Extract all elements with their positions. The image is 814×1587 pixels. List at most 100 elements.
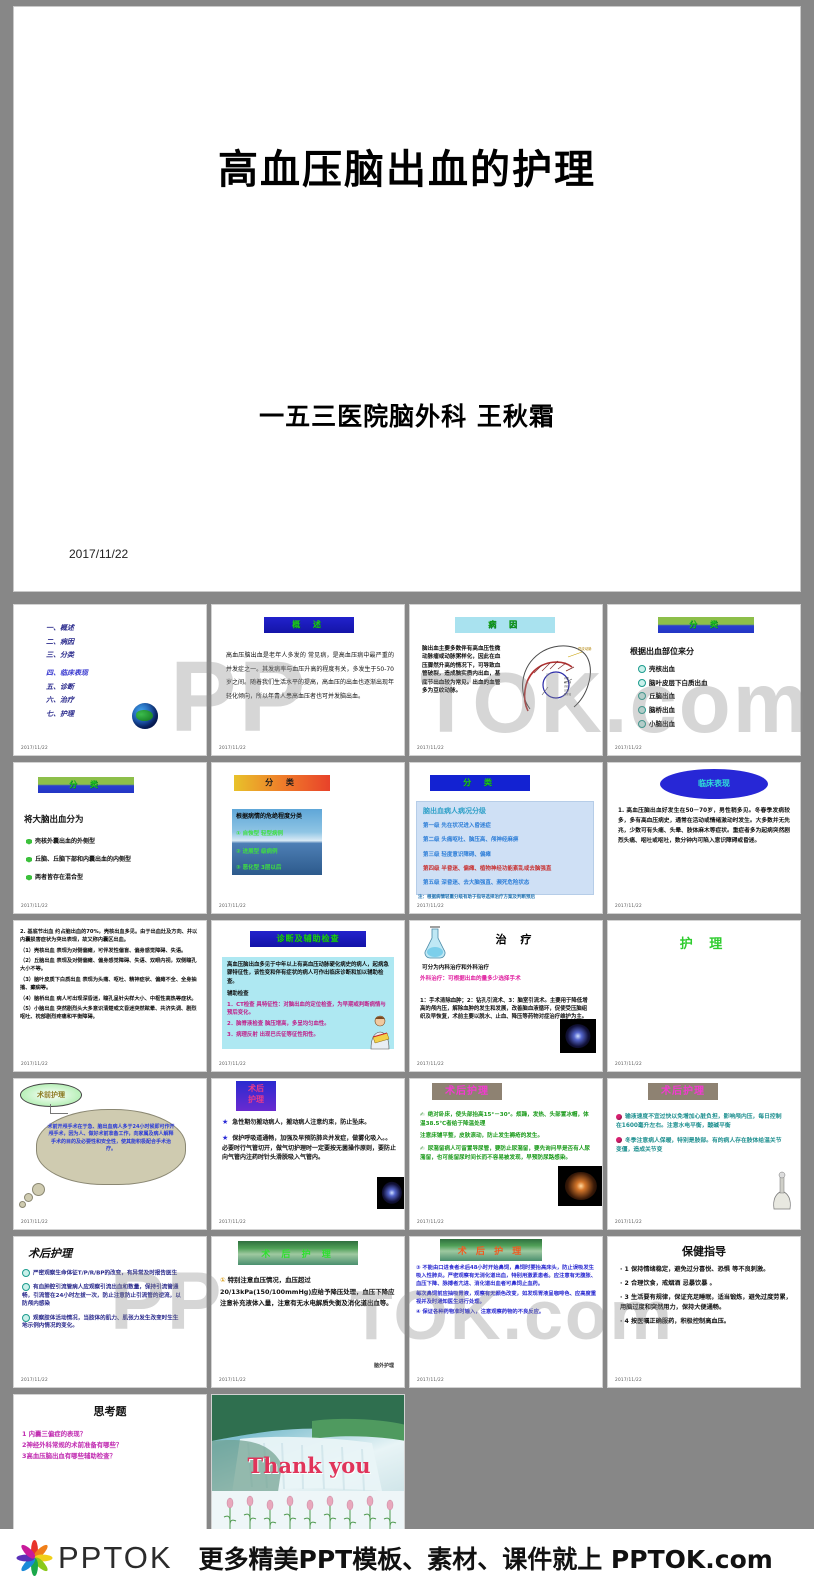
slide-footer-date: 2017/11/22 bbox=[417, 1377, 444, 1382]
bullet-marker-icon bbox=[26, 856, 32, 863]
question-item: 2神经外科常规的术前准备有哪些？ bbox=[22, 1441, 123, 1450]
waterfall-roses-photo: Thank you bbox=[212, 1395, 404, 1535]
bubble-text: 术前开颅手术在于急、脑出血病人多于24小时候即可作开颅手术，因为人、做好术前准备… bbox=[47, 1124, 175, 1152]
paragraph: （2）丘脑出血 表现及对侧偏瘫、偏身感觉障碍、失语、双眼内视，双侧瞳孔大小不等。 bbox=[20, 958, 197, 973]
title-ellipse: 临床表现 bbox=[660, 769, 768, 799]
slide-footer-date: 2017/11/22 bbox=[615, 1219, 642, 1224]
bullet-text: 脑桥出血 bbox=[649, 705, 675, 714]
thumb-slide-6[interactable]: 分 类 根据病情的危绝程度分类 ① 自恢型 轻型病例 ② 进展型 级病例 ③ 恶… bbox=[211, 762, 405, 914]
bullet-marker-icon bbox=[22, 1282, 30, 1291]
svg-text:丘脑: 丘脑 bbox=[564, 688, 569, 692]
thumb-slide-5[interactable]: 分 类 将大脑出血分为 壳核外囊出血的外侧型 丘脑、丘脑下部和内囊出血的内侧型 … bbox=[13, 762, 207, 914]
box-title: 脑出血病人病况分级 bbox=[423, 807, 486, 815]
slide-footer-date: 2017/11/22 bbox=[219, 1061, 246, 1066]
slide-footer-date: 2017/11/22 bbox=[219, 903, 246, 908]
star-icon: ★ bbox=[222, 1118, 229, 1126]
slide-title: 保健指导 bbox=[682, 1245, 726, 1258]
thumb-slide-9[interactable]: 2. 基底节出血 约占脑出血的70%，壳核出血多见。由于出血灶及方向、并以内囊损… bbox=[13, 920, 207, 1072]
footer-tagline: 更多精美PPT模板、素材、课件就上 PPTOK.com bbox=[198, 1545, 773, 1574]
svg-text:内囊: 内囊 bbox=[564, 676, 569, 680]
thumb-slide-11[interactable]: 治 疗 可分为内科治疗和外科治疗 外科治疗：可根据出血的量多少选择手术 1：手术… bbox=[409, 920, 603, 1072]
thumb-slide-19[interactable]: 术 后 护 理 ③ 不能由口进食者术后48小时开始鼻饲，鼻饲时要抬高床头，防止误… bbox=[409, 1236, 603, 1388]
thumb-slide-21[interactable]: 思考题 1 内囊三偏症的表现？ 2神经外科常规的术前准备有哪些？ 3高血压脑出血… bbox=[13, 1394, 207, 1546]
slide-line: 外科治疗：可根据出血的量多少选择手术 bbox=[420, 976, 521, 982]
bullet-marker-icon bbox=[638, 719, 646, 728]
paragraph: （1）壳核出血 表现为对侧偏瘫，可伴发性偏盲、偏身感觉障碍、失语。 bbox=[20, 947, 187, 954]
bullet-text: 注意床铺平整，皮肤滚动，防止发生褥疮的发生。 bbox=[420, 1133, 544, 1140]
table-row: 第三级 轻度意识障碍、偏瘫 bbox=[423, 851, 491, 858]
bullet-text: 不能由口进食者术后48小时开始鼻饲，鼻饲时要抬高床头，防止误吸发生吸入性肺炎。严… bbox=[416, 1265, 597, 1287]
thumb-slide-14[interactable]: 术后 护理 ★ 急性期勿搬动病人，搬动病人注意约束，防止坠床。 ★ 保护呼吸道通畅，… bbox=[211, 1078, 405, 1230]
slide-footer-date: 2017/11/22 bbox=[615, 903, 642, 908]
slide-footer-date: 2017/11/22 bbox=[417, 745, 444, 750]
bubble-dot bbox=[24, 1193, 33, 1202]
slide-footer-date: 2017/11/22 bbox=[417, 1219, 444, 1224]
paragraph: （4）脑桥出血 病人可出现深昏迷，瞳孔呈针尖样大小、中枢性高热等症状。 bbox=[20, 995, 197, 1002]
thumb-slide-10[interactable]: 诊断及辅助检查 高血压脑出血多见于中年以上有高血压动脉硬化病史的病人，起病急骤特… bbox=[211, 920, 405, 1072]
question-item: 1 内囊三偏症的表现？ bbox=[22, 1430, 87, 1438]
thumb-slide-12[interactable]: 护 理 2017/11/22 bbox=[607, 920, 801, 1072]
bullet-text: 尿潴留病人可留置导尿管，要防止尿潴留，要先询问早是否有人尿潴留，也可能留尿时间长… bbox=[420, 1145, 590, 1161]
paragraph: 2. 基底节出血 约占脑出血的70%，壳核出血多见。由于出血灶及方向、并以内囊损… bbox=[20, 929, 198, 943]
slide-title: 思考题 bbox=[93, 1405, 127, 1418]
photo-title: 根据病情的危绝程度分类 bbox=[236, 813, 303, 820]
thumb-slide-7[interactable]: 分 类 脑出血病人病况分级 第一级 先在状况进入昏迷症 第二级 头痛呕吐、脑压高… bbox=[409, 762, 603, 914]
bullet-text: 小脑出血 bbox=[649, 719, 675, 728]
slide-label: 术前护理 bbox=[37, 1091, 65, 1099]
photo-item: ③ 恶化型 3层以后 bbox=[236, 865, 282, 871]
slide-banner: 分 类 bbox=[430, 775, 530, 791]
thumb-slide-17[interactable]: 术后护理 严密观察生命体征T/P/R/BP的改变，有异常及时报告医生 有血肿腔引… bbox=[13, 1236, 207, 1388]
slide-footer-date: 2017/11/22 bbox=[615, 1061, 642, 1066]
slide-banner: 分 类 bbox=[234, 775, 330, 791]
slide-footer-date: 2017/11/22 bbox=[21, 903, 48, 908]
slide-title: 治 疗 bbox=[495, 933, 537, 946]
thumb-slide-18[interactable]: 术 后 护 理 ① 特别注意血压情况，血压超过20/13kPa(150/100m… bbox=[211, 1236, 405, 1388]
thumb-slide-15[interactable]: 术后护理 ✍ 绝对卧床，使头部抬高15°－30°。烦躁，发热、头部置冰帽，体温38… bbox=[409, 1078, 603, 1230]
bullet-marker-icon bbox=[638, 692, 646, 701]
bullet-marker-icon bbox=[616, 1113, 622, 1120]
thumb-slide-3[interactable]: 病 因 脑出血主要多数伴有高血压性微动脉瘤或动脉粥样化，因此在血压骤然升高的情况… bbox=[409, 604, 603, 756]
author-line: 一五三医院脑外科 王秋霜 bbox=[259, 402, 555, 431]
outline-item: 一、概述 bbox=[46, 624, 74, 632]
thumb-slide-22[interactable]: Thank you 2017/11/22 bbox=[211, 1394, 405, 1546]
slide-banner: 术后护理 bbox=[432, 1083, 502, 1100]
bullet-marker-icon bbox=[26, 874, 32, 881]
thumb-slide-1[interactable]: 一、概述 二、病因 三、分类 四、临床表现 五、诊断 六、治疗 七、护理 201… bbox=[13, 604, 207, 756]
bullet-marker-icon bbox=[638, 678, 646, 687]
box-note: 注：根据病情轻重分级有助于指导选择治疗方案及判断预后 bbox=[418, 895, 535, 900]
thumb-slide-13[interactable]: 术前护理 术前开颅手术在于急、脑出血病人多于24小时候即可作开颅手术，因为人、做… bbox=[13, 1078, 207, 1230]
banner-line: 术后 bbox=[248, 1084, 264, 1093]
star-icon: ★ bbox=[222, 1133, 229, 1142]
bullet-text: 3 生活要有规律，保证充足睡眠，适当锻炼，避免过度劳累，用脑过度和突然用力，保持… bbox=[620, 1293, 792, 1311]
corner-label: 脑外护理 bbox=[373, 1363, 394, 1369]
question-item: 3高血压脑出血有哪些辅助检查？ bbox=[22, 1452, 116, 1461]
thumb-slide-2[interactable]: 概 述 高血压脑出血是老年人多发的 常见病，是高血压病中最严重的并发症之一。其发… bbox=[211, 604, 405, 756]
landscape-photo: 术 后 护 理 bbox=[238, 1241, 358, 1265]
thumb-slide-20[interactable]: 保健指导 · 1 保持情绪稳定，避免过分喜悦、恐惧 等不良刺激。 · 2 合理饮… bbox=[607, 1236, 801, 1388]
bullet-marker-icon bbox=[22, 1313, 30, 1322]
slide-lead: 根据出血部位来分 bbox=[630, 647, 694, 656]
outline-item: 三、分类 bbox=[46, 651, 74, 660]
bullet-text: 壳核外囊出血的外侧型 bbox=[35, 838, 96, 845]
brain-vessel-diagram: 豆纹动脉 内囊苍白球 壳核丘脑 尾状核 bbox=[508, 637, 596, 717]
thumb-empty bbox=[607, 1394, 801, 1546]
page-title: 高血压脑出血的护理 bbox=[218, 146, 596, 193]
thumb-slide-4[interactable]: 分 类 根据出血部位来分 壳核出血 脑叶皮层下白质出血 丘脑出血 脑桥出血 小脑… bbox=[607, 604, 801, 756]
bullet-text: 急性期勿搬动病人，搬动病人注意约束，防止坠床。 bbox=[232, 1119, 371, 1126]
bullet-marker-icon bbox=[22, 1269, 30, 1277]
landscape-photo: 术 后 护 理 bbox=[440, 1239, 542, 1261]
globe-icon bbox=[132, 703, 158, 729]
bullet-text: 丘脑出血 bbox=[649, 692, 675, 701]
bullet-text: 1 保持情绪稳定，避免过分喜悦、恐惧 等不良刺激。 bbox=[624, 1266, 770, 1273]
label-ellipse: 术前护理 bbox=[20, 1083, 82, 1107]
thumb-empty bbox=[409, 1394, 603, 1546]
box-line: 辅助检查 bbox=[227, 991, 249, 998]
slide-date: 2017/11/22 bbox=[69, 547, 129, 561]
slide-banner: 分 类 bbox=[38, 777, 134, 793]
bullet-text: 丘脑、丘脑下部和内囊出血的内侧型 bbox=[35, 856, 132, 863]
thumb-slide-16[interactable]: 术后护理 输液速度不宜过快以免增加心脏负担，影响颅内压，每日控制在1600毫升左… bbox=[607, 1078, 801, 1230]
slide-footer-date: 2017/11/22 bbox=[219, 745, 246, 750]
photo-item: ① 自恢型 轻型病例 bbox=[236, 831, 283, 837]
title-slide[interactable]: 高血压脑出血的护理 一五三医院脑外科 王秋霜 2017/11/22 bbox=[13, 6, 801, 592]
thumb-slide-8[interactable]: 临床表现 1. 高血压脑出血好发生在50－70岁，男性稍多见。冬春季发病较多，多… bbox=[607, 762, 801, 914]
